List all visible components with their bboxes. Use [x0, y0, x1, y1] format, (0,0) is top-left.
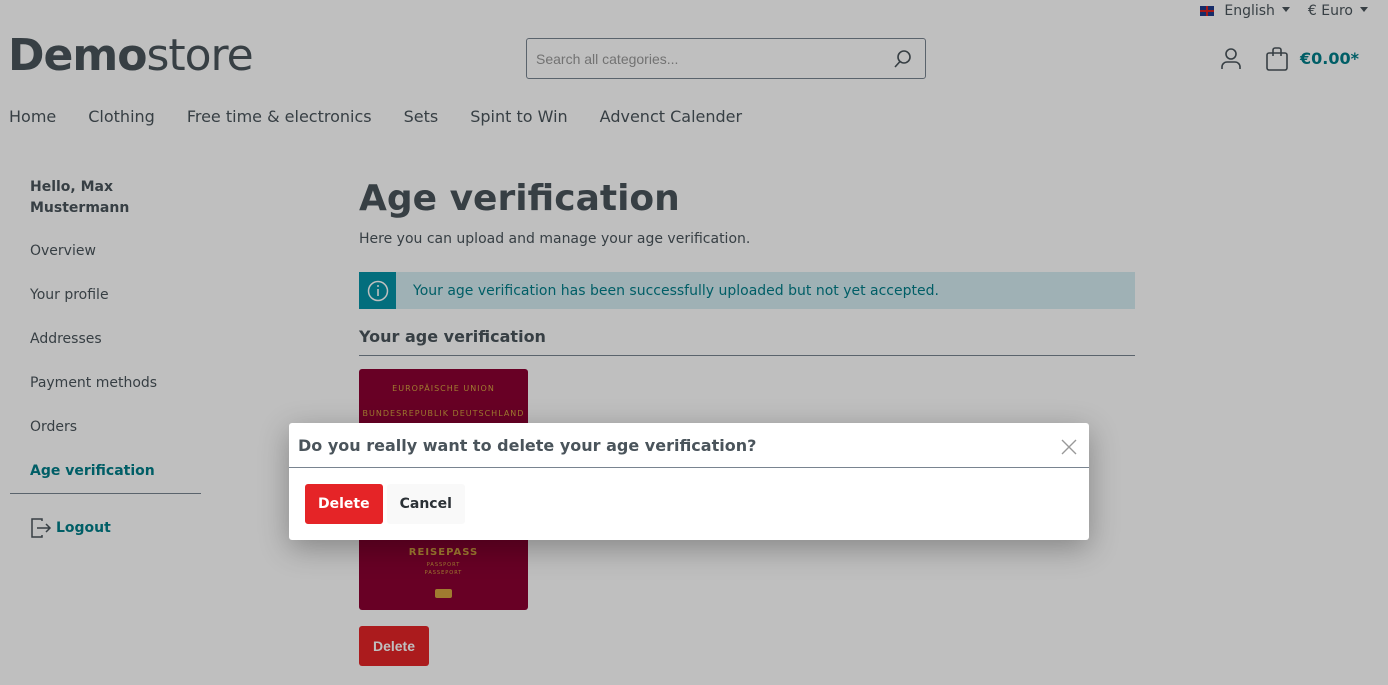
- delete-confirm-modal: Do you really want to delete your age ve…: [289, 423, 1089, 540]
- modal-backdrop[interactable]: [0, 0, 1388, 685]
- modal-title: Do you really want to delete your age ve…: [289, 423, 1089, 468]
- cancel-button[interactable]: Cancel: [386, 484, 465, 524]
- confirm-delete-button[interactable]: Delete: [305, 484, 383, 524]
- close-icon[interactable]: [1061, 439, 1077, 455]
